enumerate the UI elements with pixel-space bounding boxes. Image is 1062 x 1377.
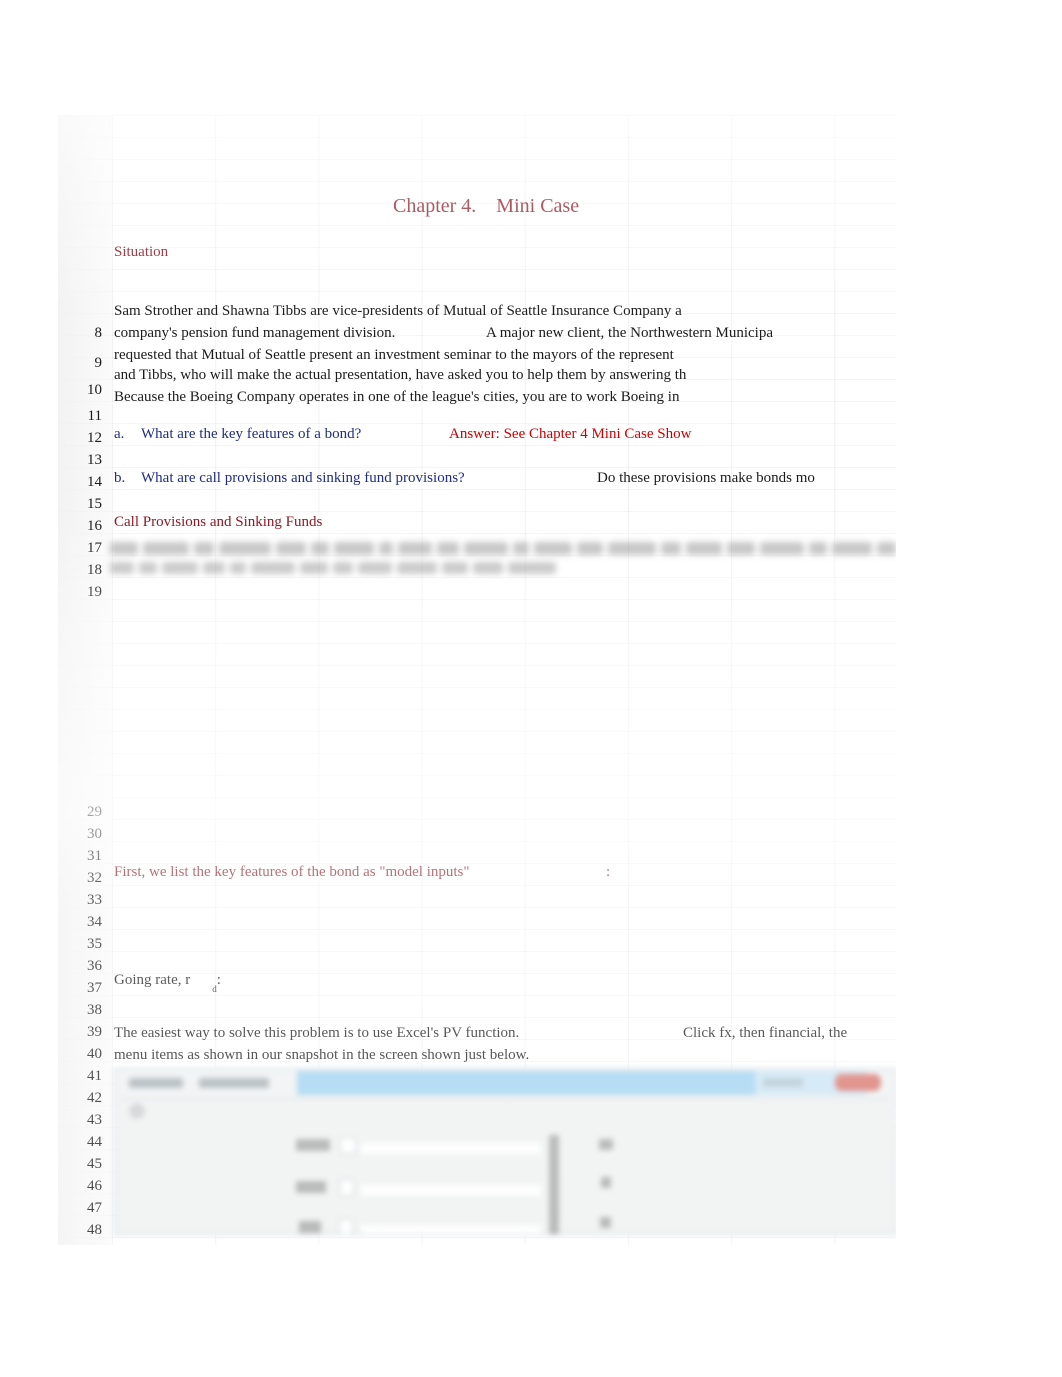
row-number[interactable]: 47 (58, 1201, 102, 1216)
dialog-field-label (296, 1181, 326, 1193)
section-heading-situation: Situation (114, 244, 169, 260)
situation-line-4: and Tibbs, who will make the actual pres… (114, 367, 687, 383)
help-icon[interactable] (129, 1103, 145, 1119)
row-number[interactable]: 11 (58, 409, 102, 424)
dialog-menu-word (763, 1078, 803, 1087)
dialog-titlebar (115, 1069, 895, 1096)
situation-line-1: Sam Strother and Shawna Tibbs are vice-p… (114, 303, 682, 319)
row-number[interactable]: 33 (58, 893, 102, 908)
dialog-menu-word (199, 1078, 269, 1088)
dialog-field-label (299, 1221, 321, 1233)
situation-line-3: requested that Mutual of Seattle present… (114, 347, 674, 363)
question-b-text-continued: Do these provisions make bonds mo (597, 470, 815, 486)
dialog-menu-word (129, 1078, 183, 1088)
row-number[interactable]: 16 (58, 519, 102, 534)
situation-line-2b: A major new client, the Northwestern Mun… (486, 325, 774, 341)
row-number[interactable]: 37 (58, 981, 102, 996)
dialog-value (600, 1217, 611, 1228)
row-number[interactable]: 18 (58, 563, 102, 578)
row-number[interactable]: 14 (58, 475, 102, 490)
row-number[interactable]: 12 (58, 431, 102, 446)
situation-line-5: Because the Boeing Company operates in o… (114, 389, 680, 405)
row-number[interactable]: 30 (58, 827, 102, 842)
embedded-function-dialog-screenshot (114, 1068, 896, 1235)
question-a-text: What are the key features of a bond? (141, 426, 362, 442)
row-number[interactable]: 39 (58, 1025, 102, 1040)
row-number[interactable]: 36 (58, 959, 102, 974)
spreadsheet-sheet: 8 9 10 11 12 13 14 15 16 17 18 19 29 30 … (58, 115, 896, 1245)
going-rate-label-group: Going rate, r d: (114, 972, 221, 994)
redacted-text-block (110, 540, 896, 592)
row-number[interactable]: 46 (58, 1179, 102, 1194)
situation-line-2a: company's pension fund management divisi… (114, 325, 396, 341)
question-b-label: b. (114, 470, 126, 486)
row-number[interactable]: 9 (58, 356, 103, 371)
pv-note-line-1a: The easiest way to solve this problem is… (114, 1025, 520, 1041)
dialog-body (121, 1098, 889, 1234)
row-number[interactable]: 19 (58, 585, 102, 600)
row-number[interactable]: 42 (58, 1091, 102, 1106)
row-number[interactable]: 43 (58, 1113, 102, 1128)
pv-note-line-1b: Click fx, then financial, the (683, 1025, 848, 1041)
row-number[interactable]: 32 (58, 871, 102, 886)
dialog-field-rule (361, 1143, 541, 1154)
question-b-text: What are call provisions and sinking fun… (141, 470, 465, 486)
row-number[interactable]: 48 (58, 1223, 102, 1238)
close-icon[interactable] (835, 1074, 881, 1091)
dialog-field-input[interactable] (339, 1219, 353, 1234)
row-number[interactable]: 44 (58, 1135, 102, 1150)
row-number[interactable]: 45 (58, 1157, 102, 1172)
row-number[interactable]: 34 (58, 915, 102, 930)
row-number[interactable]: 10 (58, 383, 102, 398)
dialog-value (599, 1139, 613, 1150)
model-inputs-colon: : (606, 864, 611, 880)
dialog-field-input[interactable] (340, 1137, 356, 1154)
going-rate-label: Going rate, r (114, 972, 191, 988)
row-number[interactable]: 13 (58, 453, 102, 468)
question-a-label: a. (114, 426, 125, 442)
row-number[interactable]: 35 (58, 937, 102, 952)
row-number[interactable]: 41 (58, 1069, 102, 1084)
dialog-field-input[interactable] (340, 1179, 354, 1196)
page-title: Chapter 4. Mini Case (393, 195, 580, 217)
row-number[interactable]: 29 (58, 805, 102, 820)
row-number[interactable]: 40 (58, 1047, 102, 1062)
row-number[interactable]: 31 (58, 849, 102, 864)
row-number[interactable]: 15 (58, 497, 102, 512)
dialog-right-label-stack (549, 1135, 559, 1234)
dialog-value (601, 1177, 611, 1188)
dialog-field-rule (361, 1225, 541, 1234)
subheading-call-provisions: Call Provisions and Sinking Funds (114, 514, 323, 530)
subheading-model-inputs: First, we list the key features of the b… (114, 864, 470, 880)
dialog-field-rule (361, 1185, 541, 1196)
row-number[interactable]: 8 (58, 326, 103, 341)
row-number[interactable]: 38 (58, 1003, 102, 1018)
question-a-answer: Answer: See Chapter 4 Mini Case Show (449, 426, 692, 442)
going-rate-subscript: d (212, 984, 217, 994)
row-number[interactable]: 17 (58, 541, 102, 556)
dialog-title-highlight (297, 1071, 767, 1095)
pv-note-line-2: menu items as shown in our snapshot in t… (114, 1047, 530, 1063)
going-rate-colon: : (216, 972, 221, 988)
dialog-field-label (296, 1139, 330, 1151)
